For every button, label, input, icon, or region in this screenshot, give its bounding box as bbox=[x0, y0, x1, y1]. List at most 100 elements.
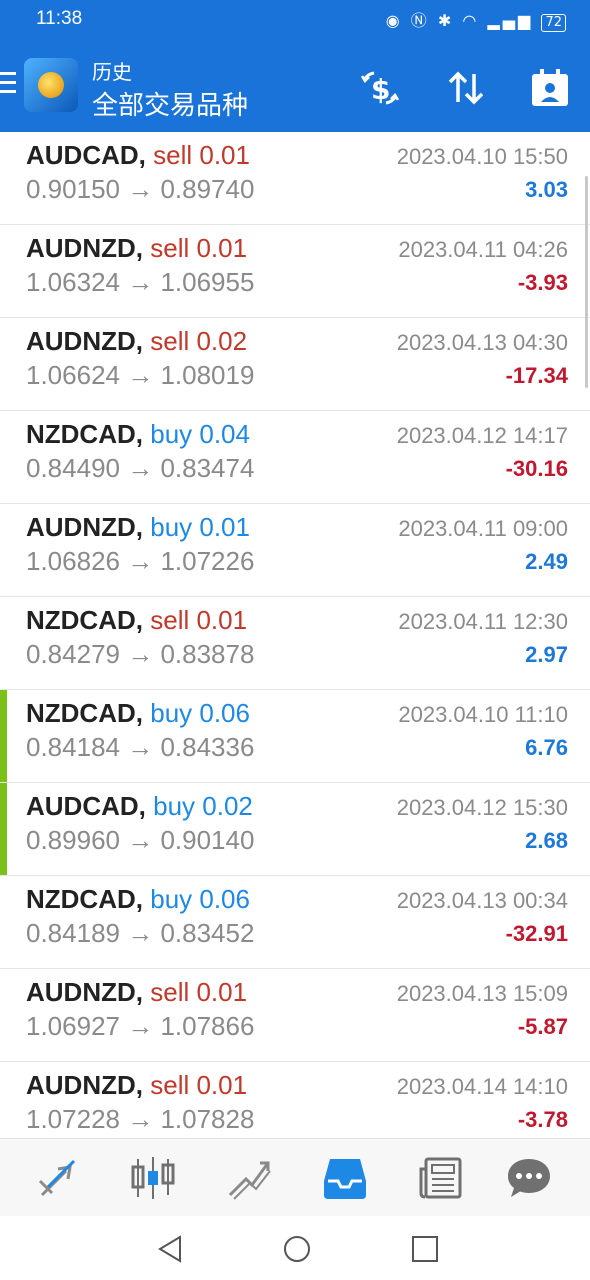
tab-news[interactable] bbox=[418, 1155, 464, 1201]
quotes-arrows-icon bbox=[38, 1159, 76, 1197]
arrow-right-icon: → bbox=[127, 453, 154, 483]
close-price: 1.06955 bbox=[160, 267, 255, 297]
recents-square-icon[interactable] bbox=[410, 1234, 440, 1264]
dollar-exchange-icon[interactable]: $ bbox=[360, 68, 400, 108]
trade-profit: 3.03 bbox=[525, 177, 568, 202]
highlight-marker bbox=[0, 690, 7, 782]
trade-row[interactable]: AUDNZD, sell 0.01 1.06324 → 1.06955 2023.0… bbox=[0, 225, 590, 318]
trade-time: 2023.04.12 14:17 bbox=[396, 423, 568, 448]
symbol-filter-title[interactable]: 全部交易品种 bbox=[92, 85, 248, 122]
trade-prices: 0.90150 → 0.89740 bbox=[26, 174, 254, 205]
sort-icon[interactable] bbox=[446, 68, 486, 108]
menu-icon[interactable] bbox=[0, 72, 16, 96]
trade-profit: 2.49 bbox=[525, 549, 568, 574]
page-subtitle: 历史 bbox=[92, 60, 132, 84]
trade-row[interactable]: AUDNZD, buy 0.01 1.06826 → 1.07226 2023.04… bbox=[0, 504, 590, 597]
open-price: 1.06927 bbox=[26, 1011, 120, 1041]
tab-messages[interactable] bbox=[506, 1155, 552, 1201]
trade-symbol: AUDCAD, bbox=[26, 140, 146, 170]
svg-text:$: $ bbox=[371, 73, 390, 106]
open-price: 0.84184 bbox=[26, 732, 120, 762]
trade-type: sell 0.01 bbox=[150, 605, 248, 635]
trade-header: AUDCAD, buy 0.02 bbox=[26, 791, 253, 822]
arrow-right-icon: → bbox=[127, 546, 154, 576]
open-price: 0.84490 bbox=[26, 453, 120, 483]
trade-row[interactable]: AUDNZD, sell 0.02 1.06624 → 1.08019 2023.0… bbox=[0, 318, 590, 411]
trade-header: NZDCAD, buy 0.06 bbox=[26, 698, 250, 729]
trade-time: 2023.04.11 09:00 bbox=[398, 516, 568, 541]
trade-row[interactable]: NZDCAD, buy 0.06 0.84189 → 0.83452 2023.04… bbox=[0, 876, 590, 969]
bluetooth-icon: ✱ bbox=[437, 11, 455, 30]
trade-prices: 1.07228 → 1.07828 bbox=[26, 1104, 254, 1135]
trade-header: NZDCAD, buy 0.04 bbox=[26, 419, 250, 450]
trade-row[interactable]: AUDCAD, buy 0.02 0.89960 → 0.90140 2023.04… bbox=[0, 783, 590, 876]
trade-time: 2023.04.10 15:50 bbox=[396, 144, 568, 169]
trade-profit: 2.68 bbox=[525, 828, 568, 853]
trade-type: sell 0.01 bbox=[150, 1070, 248, 1100]
status-icons: ◉ Ⓝ ✱ ◠ ▂▄▆ 72 bbox=[386, 7, 566, 32]
trade-profit: -5.87 bbox=[517, 1014, 568, 1039]
signal-icon: ▂▄▆ bbox=[487, 11, 534, 30]
trade-profit: -32.91 bbox=[505, 921, 568, 946]
calendar-user-icon[interactable] bbox=[530, 68, 570, 108]
trade-prices: 1.06826 → 1.07226 bbox=[26, 546, 254, 577]
arrow-right-icon: → bbox=[127, 639, 154, 669]
trade-time: 2023.04.13 04:30 bbox=[396, 330, 568, 355]
trade-symbol: AUDNZD, bbox=[26, 512, 143, 542]
open-price: 0.84189 bbox=[26, 918, 120, 948]
eye-icon: ◉ bbox=[385, 11, 403, 30]
trade-symbol: AUDNZD, bbox=[26, 1070, 143, 1100]
trade-header: AUDNZD, sell 0.01 bbox=[26, 233, 247, 264]
back-triangle-icon[interactable] bbox=[156, 1234, 186, 1264]
trade-prices: 1.06624 → 1.08019 bbox=[26, 360, 254, 391]
open-price: 1.06324 bbox=[26, 267, 120, 297]
arrow-right-icon: → bbox=[127, 1104, 154, 1134]
close-price: 1.07828 bbox=[160, 1104, 255, 1134]
trade-symbol: NZDCAD, bbox=[26, 698, 143, 728]
trade-prices: 1.06927 → 1.07866 bbox=[26, 1011, 254, 1042]
arrow-right-icon: → bbox=[127, 174, 154, 204]
trade-prices: 0.84279 → 0.83878 bbox=[26, 639, 254, 670]
trade-symbol: NZDCAD, bbox=[26, 419, 143, 449]
battery-indicator: 72 bbox=[541, 14, 566, 32]
trade-row[interactable]: NZDCAD, buy 0.06 0.84184 → 0.84336 2023.04… bbox=[0, 690, 590, 783]
trade-time: 2023.04.13 15:09 bbox=[396, 981, 568, 1006]
trade-row[interactable]: AUDNZD, sell 0.01 1.07228 → 1.07828 2023.0… bbox=[0, 1062, 590, 1138]
close-price: 0.84336 bbox=[160, 732, 255, 762]
nfc-icon: Ⓝ bbox=[410, 11, 430, 30]
trade-prices: 0.84189 → 0.83452 bbox=[26, 918, 254, 949]
trade-history-list[interactable]: AUDCAD, sell 0.01 0.90150 → 0.89740 2023.0… bbox=[0, 132, 590, 1138]
arrow-right-icon: → bbox=[127, 267, 154, 297]
trade-type: buy 0.06 bbox=[150, 698, 250, 728]
trade-profit: -3.78 bbox=[517, 1107, 568, 1132]
close-price: 0.83452 bbox=[160, 918, 255, 948]
open-price: 0.90150 bbox=[26, 174, 120, 204]
trade-profit: 2.97 bbox=[525, 642, 568, 667]
trade-profit: -17.34 bbox=[505, 363, 568, 388]
trade-header: NZDCAD, buy 0.06 bbox=[26, 884, 250, 915]
tab-quotes[interactable] bbox=[36, 1155, 82, 1201]
wifi-icon: ◠ bbox=[462, 11, 480, 30]
tab-chart[interactable] bbox=[130, 1155, 176, 1201]
trade-row[interactable]: AUDNZD, sell 0.01 1.06927 → 1.07866 2023.0… bbox=[0, 969, 590, 1062]
trade-row[interactable]: NZDCAD, buy 0.04 0.84490 → 0.83474 2023.04… bbox=[0, 411, 590, 504]
trade-type: buy 0.02 bbox=[153, 791, 253, 821]
trade-row[interactable]: NZDCAD, sell 0.01 0.84279 → 0.83878 2023.0… bbox=[0, 597, 590, 690]
tab-trade[interactable] bbox=[226, 1155, 272, 1201]
trade-row[interactable]: AUDCAD, sell 0.01 0.90150 → 0.89740 2023.0… bbox=[0, 132, 590, 225]
trade-profit: 6.76 bbox=[525, 735, 568, 760]
trade-profit: -3.93 bbox=[517, 270, 568, 295]
app-bar: 历史 全部交易品种 $ bbox=[0, 36, 590, 132]
tab-history[interactable] bbox=[322, 1155, 368, 1201]
trade-header: AUDNZD, buy 0.01 bbox=[26, 512, 250, 543]
trade-time: 2023.04.13 00:34 bbox=[396, 888, 568, 913]
trade-header: AUDNZD, sell 0.01 bbox=[26, 977, 247, 1008]
arrow-right-icon: → bbox=[127, 1011, 154, 1041]
trade-header: NZDCAD, sell 0.01 bbox=[26, 605, 247, 636]
status-time: 11:38 bbox=[36, 8, 83, 29]
home-circle-icon[interactable] bbox=[282, 1234, 312, 1264]
status-bar: 11:38 ◉ Ⓝ ✱ ◠ ▂▄▆ 72 bbox=[0, 0, 590, 36]
scrollbar[interactable] bbox=[585, 176, 588, 388]
newspaper-icon bbox=[419, 1157, 462, 1199]
close-price: 1.07866 bbox=[160, 1011, 255, 1041]
